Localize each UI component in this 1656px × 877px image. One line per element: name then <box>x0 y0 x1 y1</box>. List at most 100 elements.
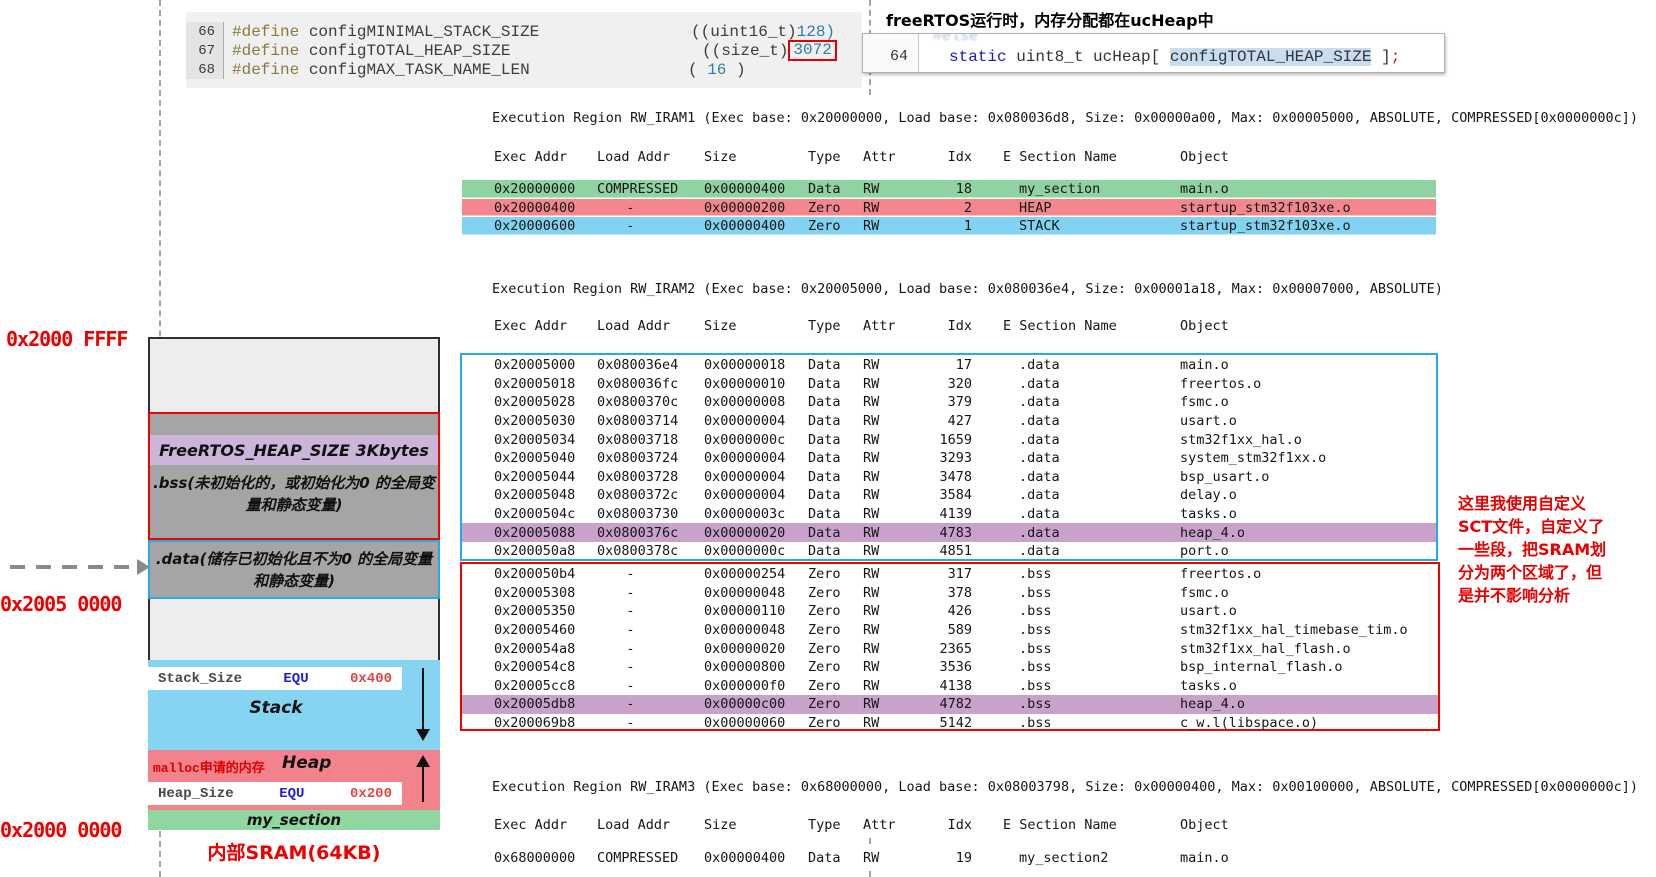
cell-size: 0x00000004 <box>704 469 808 485</box>
cell-attr: RW <box>863 376 923 392</box>
cell-section-name: .data <box>972 543 1180 559</box>
sram-caption: 内部SRAM(64KB) <box>148 838 440 865</box>
cell-type: Zero <box>808 585 863 601</box>
cell-exec-addr: 0x20005cc8 <box>462 678 597 694</box>
col-exec-addr: Exec Addr <box>462 817 597 833</box>
cell-size: 0x00000048 <box>704 622 808 638</box>
stack-grow-down-arrow <box>422 668 425 730</box>
heap-size-equ-strip: Heap_Size EQU 0x200 <box>148 782 402 805</box>
cell-object: startup_stm32f103xe.o <box>1180 218 1436 234</box>
cell-idx: 4139 <box>923 506 972 522</box>
line-number: 66 <box>186 22 224 41</box>
cell-load-addr: - <box>597 566 704 582</box>
cell-load-addr: COMPRESSED <box>597 181 704 197</box>
cell-exec-addr: 0x200050b4 <box>462 566 597 582</box>
table-row: 0x20005088 0x0800376c 0x00000020 Data RW… <box>462 523 1436 542</box>
cell-exec-addr: 0x200069b8 <box>462 715 597 731</box>
cell-load-addr: - <box>597 200 704 216</box>
cell-object: port.o <box>1180 543 1436 559</box>
partial-code-line-above: #else <box>933 33 978 45</box>
table-row: 0x20000600 - 0x00000400 Zero RW 1 STACK … <box>462 217 1436 236</box>
cell-attr: RW <box>863 585 923 601</box>
cell-section-name: .bss <box>972 566 1180 582</box>
cell-section-name: HEAP <box>972 200 1180 216</box>
cell-object: stm32f1xx_hal.o <box>1180 432 1436 448</box>
code-line-68: 68 #define configMAX_TASK_NAME_LEN ( 16 … <box>186 60 862 79</box>
cell-exec-addr: 0x20005018 <box>462 376 597 392</box>
cell-object: tasks.o <box>1180 678 1438 694</box>
cell-exec-addr: 0x20005308 <box>462 585 597 601</box>
cell-size: 0x00000018 <box>704 357 808 373</box>
cell-attr: RW <box>863 506 923 522</box>
cell-idx: 3584 <box>923 487 972 503</box>
cell-load-addr: 0x08003724 <box>597 450 704 466</box>
cell-size: 0x00000010 <box>704 376 808 392</box>
cell-load-addr: - <box>597 696 704 712</box>
cell-size: 0x00000c00 <box>704 696 808 712</box>
col-idx: Idx <box>923 817 972 833</box>
stack-section: Stack_Size EQU 0x400 Stack <box>148 660 440 750</box>
macro-value: ( 16 ) <box>688 60 746 79</box>
table-row: 0x20000000 COMPRESSED 0x00000400 Data RW… <box>462 180 1436 199</box>
stack-size-equ-strip: Stack_Size EQU 0x400 <box>148 667 402 690</box>
cell-load-addr: - <box>597 678 704 694</box>
table-row: 0x20005044 0x08003728 0x00000004 Data RW… <box>462 468 1436 487</box>
table-row: 0x20005cc8 - 0x000000f0 Zero RW 4138 .bs… <box>462 677 1438 696</box>
heap-size-value: 0x200 <box>350 786 392 802</box>
col-object: Object <box>1180 318 1436 334</box>
iram2-region-title: Execution Region RW_IRAM2 (Exec base: 0x… <box>492 281 1443 297</box>
cell-attr: RW <box>863 603 923 619</box>
cell-object: bsp_usart.o <box>1180 469 1436 485</box>
cell-section-name: .data <box>972 469 1180 485</box>
cell-exec-addr: 0x20005350 <box>462 603 597 619</box>
cell-exec-addr: 0x20005048 <box>462 487 597 503</box>
data-section-label: .data(储存已初始化且不为0 的全局变量 和静态变量) <box>150 548 438 592</box>
cell-size: 0x00000200 <box>704 200 808 216</box>
cell-attr: RW <box>863 469 923 485</box>
macro-value: ((size_t)3072 <box>702 41 837 60</box>
macro-value: ((uint16_t)128) <box>691 22 835 41</box>
heap-section: malloc申请的内存 Heap Heap_Size EQU 0x200 <box>148 750 440 810</box>
cell-attr: RW <box>863 566 923 582</box>
cell-section-name: .data <box>972 525 1180 541</box>
cell-exec-addr: 0x20005460 <box>462 622 597 638</box>
cell-object: system_stm32f1xx.o <box>1180 450 1436 466</box>
cell-load-addr: COMPRESSED <box>597 850 704 866</box>
cell-exec-addr: 0x20000400 <box>462 200 597 216</box>
cell-idx: 4851 <box>923 543 972 559</box>
cell-size: 0x0000003c <box>704 506 808 522</box>
code-editor-heap4: 64 #else static uint8_t ucHeap[ configTO… <box>862 33 1445 73</box>
cell-section-name: .bss <box>972 603 1180 619</box>
cell-load-addr: 0x08003730 <box>597 506 704 522</box>
cell-object: stm32f1xx_hal_timebase_tim.o <box>1180 622 1438 638</box>
col-size: Size <box>704 318 808 334</box>
cell-attr: RW <box>863 200 923 216</box>
cell-exec-addr: 0x68000000 <box>462 850 597 866</box>
table-row: 0x2000504c 0x08003730 0x0000003c Data RW… <box>462 505 1436 524</box>
cell-attr: RW <box>863 715 923 731</box>
stack-size-label: Stack_Size <box>158 671 242 687</box>
cell-idx: 3293 <box>923 450 972 466</box>
cell-object: fsmc.o <box>1180 585 1438 601</box>
cell-size: 0x00000254 <box>704 566 808 582</box>
cell-size: 0x00000400 <box>704 850 808 866</box>
cell-section-name: .data <box>972 487 1180 503</box>
cell-idx: 427 <box>923 413 972 429</box>
cell-attr: RW <box>863 850 923 866</box>
dashed-pointer-arrow <box>10 565 138 569</box>
cell-idx: 2 <box>923 200 972 216</box>
cell-exec-addr: 0x20005040 <box>462 450 597 466</box>
cell-load-addr: - <box>597 585 704 601</box>
cell-idx: 5142 <box>923 715 972 731</box>
cell-idx: 4782 <box>923 696 972 712</box>
cell-size: 0x00000020 <box>704 641 808 657</box>
cell-type: Data <box>808 506 863 522</box>
col-load-addr: Load Addr <box>597 149 704 165</box>
malloc-note: malloc申请的内存 <box>153 757 265 776</box>
cell-section-name: .data <box>972 376 1180 392</box>
heap-label: Heap <box>282 753 331 773</box>
cell-exec-addr: 0x20005044 <box>462 469 597 485</box>
cell-type: Zero <box>808 678 863 694</box>
cell-object: main.o <box>1180 181 1436 197</box>
col-size: Size <box>704 149 808 165</box>
